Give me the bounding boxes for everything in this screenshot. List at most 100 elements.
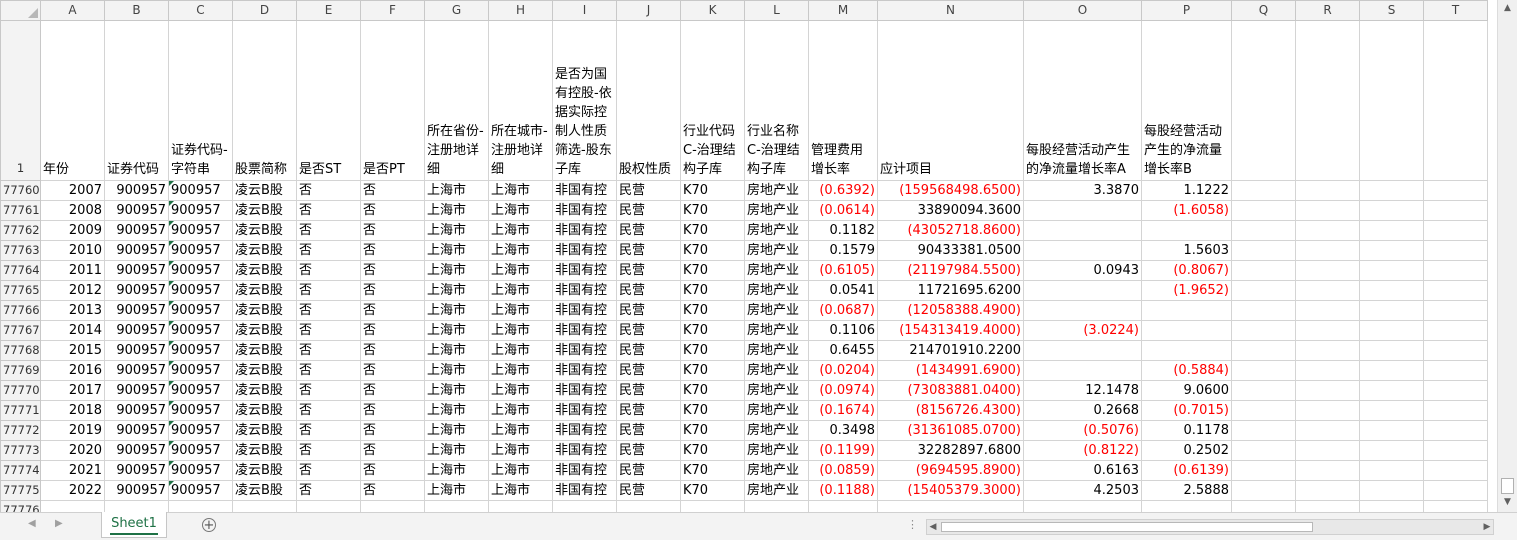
cell-industry-name[interactable]: 房地产业 [744,420,809,441]
cell-is-st[interactable]: 否 [296,300,361,321]
cell-is-pt[interactable]: 否 [360,360,425,381]
cell-state-owned[interactable]: 非国有控 [552,440,617,461]
cell-accruals[interactable]: 11721695.6200 [877,280,1024,301]
cell-code[interactable]: 900957 [104,280,169,301]
cell-cfo-growth-a[interactable]: (0.8122) [1023,440,1142,461]
cell-code[interactable]: 900957 [104,260,169,281]
spreadsheet-grid[interactable]: ABCDEFGHIJKLMNOPQRST 1 年份 证券代码 证券代码-字符串 股票简称… [0,0,1497,512]
cell-state-owned[interactable]: 非国有控 [552,280,617,301]
cell-industry-code[interactable]: K70 [680,420,745,441]
empty-cell[interactable] [808,500,878,512]
empty-cell[interactable] [1295,380,1360,401]
empty-cell[interactable] [1295,500,1360,512]
cell-accruals[interactable]: 214701910.2200 [877,340,1024,361]
cell-ownership[interactable]: 民营 [616,320,681,341]
cell-name[interactable]: 凌云B股 [232,320,297,341]
empty-cell[interactable] [1231,200,1296,221]
row-number[interactable]: 77775 [0,480,41,501]
cell-cfo-growth-b[interactable]: 0.2502 [1141,440,1232,461]
cell-industry-code[interactable]: K70 [680,480,745,501]
empty-cell[interactable] [1359,320,1424,341]
cell-province[interactable]: 上海市 [424,420,489,441]
cell-industry-code[interactable]: K70 [680,220,745,241]
row-number[interactable]: 77773 [0,440,41,461]
cell-state-owned[interactable]: 非国有控 [552,220,617,241]
column-header-m[interactable]: M [808,0,878,21]
cell-province[interactable]: 上海市 [424,240,489,261]
cell-code-str[interactable]: 900957 [168,280,233,301]
cell-name[interactable]: 凌云B股 [232,380,297,401]
empty-cell[interactable] [296,500,361,512]
row-number[interactable]: 77764 [0,260,41,281]
cell-state-owned[interactable]: 非国有控 [552,320,617,341]
cell-code[interactable]: 900957 [104,220,169,241]
cell-ownership[interactable]: 民营 [616,420,681,441]
column-header-f[interactable]: F [360,0,425,21]
empty-cell[interactable] [1359,440,1424,461]
cell-mgmt-growth[interactable]: (0.0614) [808,200,878,221]
cell-accruals[interactable]: (21197984.5500) [877,260,1024,281]
triangle-left-icon[interactable]: ◀ [28,518,36,529]
empty-cell[interactable] [1295,480,1360,501]
empty-cell[interactable] [1231,340,1296,361]
cell-state-owned[interactable]: 非国有控 [552,300,617,321]
cell-ownership[interactable]: 民营 [616,280,681,301]
column-header-s[interactable]: S [1359,0,1424,21]
header-cell[interactable]: 每股经营活动产生的净流量增长率A [1023,20,1142,181]
cell-is-pt[interactable]: 否 [360,300,425,321]
cell-industry-code[interactable]: K70 [680,180,745,201]
header-cell[interactable]: 是否为国有控股-依据实际控制人性质筛选-股东子库 [552,20,617,181]
cell-code[interactable]: 900957 [104,200,169,221]
cell-industry-name[interactable]: 房地产业 [744,220,809,241]
empty-cell[interactable] [552,500,617,512]
cell-is-pt[interactable]: 否 [360,460,425,481]
empty-cell[interactable] [1423,320,1488,341]
empty-cell[interactable] [1359,240,1424,261]
cell-is-st[interactable]: 否 [296,200,361,221]
cell-cfo-growth-a[interactable] [1023,300,1142,321]
header-cell[interactable]: 所在城市-注册地详细 [488,20,553,181]
column-header-k[interactable]: K [680,0,745,21]
empty-cell[interactable] [1295,440,1360,461]
cell-name[interactable]: 凌云B股 [232,480,297,501]
cell-city[interactable]: 上海市 [488,220,553,241]
cell-industry-code[interactable]: K70 [680,280,745,301]
empty-cell[interactable] [1295,280,1360,301]
header-cell[interactable] [1295,20,1360,181]
cell-cfo-growth-a[interactable] [1023,280,1142,301]
empty-cell[interactable] [1295,300,1360,321]
cell-ownership[interactable]: 民营 [616,460,681,481]
header-cell[interactable]: 应计项目 [877,20,1024,181]
empty-cell[interactable] [1423,340,1488,361]
row-number[interactable]: 77768 [0,340,41,361]
column-header-g[interactable]: G [424,0,489,21]
empty-cell[interactable] [1359,180,1424,201]
cell-accruals[interactable]: (8156726.4300) [877,400,1024,421]
column-header-r[interactable]: R [1295,0,1360,21]
cell-code-str[interactable]: 900957 [168,480,233,501]
cell-mgmt-growth[interactable]: 0.0541 [808,280,878,301]
cell-state-owned[interactable]: 非国有控 [552,460,617,481]
cell-cfo-growth-b[interactable]: (0.6139) [1141,460,1232,481]
empty-cell[interactable] [1231,480,1296,501]
empty-cell[interactable] [1231,440,1296,461]
cell-mgmt-growth[interactable]: (0.0204) [808,360,878,381]
column-header-n[interactable]: N [877,0,1024,21]
cell-industry-code[interactable]: K70 [680,320,745,341]
cell-ownership[interactable]: 民营 [616,180,681,201]
empty-cell[interactable] [1231,420,1296,441]
cell-mgmt-growth[interactable]: 0.6455 [808,340,878,361]
header-cell[interactable]: 行业名称C-治理结构子库 [744,20,809,181]
empty-cell[interactable] [1295,420,1360,441]
vertical-scroll-thumb[interactable] [1501,478,1514,494]
cell-is-st[interactable]: 否 [296,420,361,441]
cell-is-st[interactable]: 否 [296,320,361,341]
cell-industry-code[interactable]: K70 [680,240,745,261]
column-header-o[interactable]: O [1023,0,1142,21]
cell-industry-name[interactable]: 房地产业 [744,240,809,261]
cell-code-str[interactable]: 900957 [168,380,233,401]
cell-year[interactable]: 2013 [40,300,105,321]
empty-cell[interactable] [877,500,1024,512]
cell-mgmt-growth[interactable]: (0.1188) [808,480,878,501]
select-all-corner[interactable] [0,0,41,21]
